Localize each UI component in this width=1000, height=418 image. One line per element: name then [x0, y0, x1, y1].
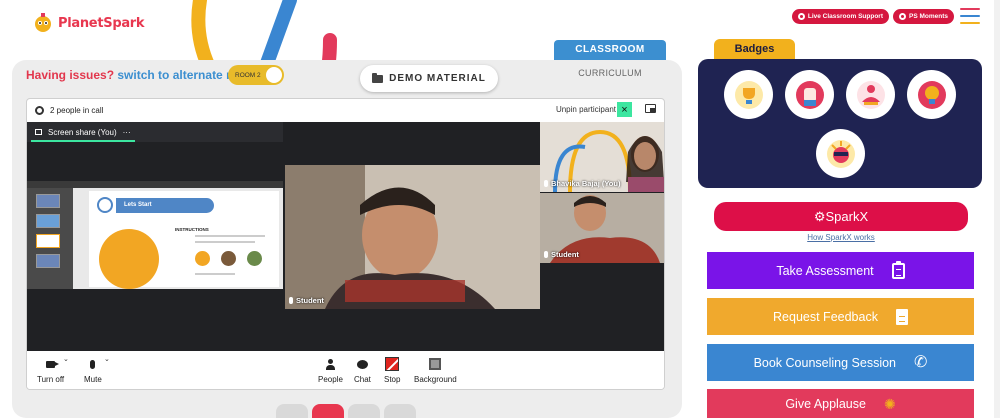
slide-thumbnail[interactable]	[36, 254, 60, 268]
issue-message: Having issues? switch to alternate room	[26, 68, 257, 82]
trophy-icon	[734, 80, 763, 109]
idea-badge[interactable]	[907, 70, 956, 119]
fullscreen-button[interactable]	[276, 404, 308, 418]
background-button[interactable]: Background	[414, 357, 457, 384]
meditation-badge[interactable]	[846, 70, 895, 119]
screen-share-more-icon[interactable]: ···	[123, 128, 131, 137]
moments-icon	[898, 13, 906, 20]
tab-classroom[interactable]: CLASSROOM	[554, 40, 666, 60]
slide-instructions: INSTRUCTIONS	[175, 227, 209, 232]
people-count: 2 people in call	[50, 106, 104, 115]
toggle-knob	[266, 67, 282, 83]
slide-thumbnail[interactable]	[36, 234, 60, 248]
unpin-label: Unpin participant	[555, 105, 616, 114]
slide-thumbnail[interactable]	[36, 194, 60, 208]
mic-icon	[289, 297, 293, 304]
screen-icon	[35, 129, 42, 135]
ps-moments-button[interactable]: PS Moments	[892, 9, 954, 24]
mute-button[interactable]: Mute ⌄	[84, 356, 110, 384]
chevron-down-icon[interactable]: ⌄	[63, 355, 69, 363]
stop-share-icon	[385, 357, 400, 371]
turn-off-camera-button[interactable]: Turn off ⌄	[37, 356, 69, 384]
background-icon	[429, 358, 442, 370]
participant-tile-self[interactable]: Bhavika Bajaj (You)	[540, 122, 664, 192]
call-controls: Turn off ⌄ Mute ⌄ People Chat Stop Backg…	[27, 351, 664, 389]
mic-icon	[544, 251, 548, 258]
idea-icon	[917, 80, 946, 109]
how-sparkx-works-link[interactable]: How SparkX works	[714, 233, 968, 242]
fist-icon	[795, 80, 824, 109]
chat-icon	[356, 359, 368, 369]
screen-share-label: Screen share (You) ···	[27, 122, 283, 142]
microphone-icon	[90, 359, 96, 369]
live-classroom-support-button[interactable]: Live Classroom Support	[791, 9, 889, 24]
participant-tile-student[interactable]: Student	[285, 165, 540, 309]
gear-icon[interactable]	[35, 106, 44, 115]
slides-sidebar	[27, 188, 73, 289]
trophy-badge[interactable]	[724, 70, 773, 119]
badges-title: Badges	[714, 39, 795, 60]
hamburger-menu-icon[interactable]	[960, 8, 980, 24]
chevron-down-icon[interactable]: ⌄	[104, 355, 110, 363]
video-call-frame: 2 people in call Unpin participant × Scr…	[26, 98, 665, 390]
tab-curriculum[interactable]: CURRICULUM	[554, 68, 666, 78]
slide-illustration	[99, 229, 159, 289]
camera-icon	[46, 360, 60, 368]
planetspark-logo[interactable]: PlanetSpark	[32, 12, 145, 34]
participant-tile-student-2[interactable]: Student	[540, 193, 664, 263]
request-feedback-button[interactable]: Request Feedback	[707, 298, 974, 335]
picture-in-picture-icon[interactable]	[645, 104, 656, 113]
clipboard-icon	[891, 260, 905, 279]
unpin-button[interactable]: ×	[617, 102, 632, 117]
current-slide: Lets Start INSTRUCTIONS	[89, 191, 279, 289]
folder-icon	[372, 72, 384, 83]
take-assessment-button[interactable]: Take Assessment	[707, 252, 974, 289]
document-icon	[895, 308, 908, 325]
logo-text: PlanetSpark	[58, 15, 145, 31]
stop-share-button[interactable]: Stop	[384, 357, 400, 384]
phone-icon: ✆	[914, 353, 928, 371]
participant-name-tag: Student	[544, 250, 579, 259]
video-stage: Screen share (You) ··· Lets Start INSTRU…	[27, 122, 664, 351]
participant-name-tag: Bhavika Bajaj (You)	[544, 179, 620, 188]
give-applause-button[interactable]: Give Applause ✺	[707, 389, 974, 418]
palette-button[interactable]	[384, 404, 416, 418]
book-counseling-button[interactable]: Book Counseling Session ✆	[707, 344, 974, 381]
page-scrollbar[interactable]	[994, 0, 1000, 418]
student-video	[285, 165, 540, 309]
slide-icon	[97, 197, 113, 213]
room-toggle[interactable]: ROOM 2	[228, 65, 284, 85]
people-button[interactable]: People	[318, 357, 343, 384]
bottom-tool-buttons	[276, 404, 416, 418]
slide-title: Lets Start	[116, 198, 214, 213]
geek-badge[interactable]	[816, 129, 865, 178]
support-icon	[797, 13, 805, 20]
participant-name-tag: Student	[289, 296, 324, 305]
sparkx-button[interactable]: ⚙SparkX	[714, 202, 968, 231]
meditation-icon	[856, 80, 885, 109]
slide-thumbnail[interactable]	[36, 214, 60, 228]
power-button[interactable]	[312, 404, 344, 418]
screen-share-content: Lets Start INSTRUCTIONS	[27, 181, 283, 289]
demo-material-button[interactable]: DEMO MATERIAL	[360, 65, 498, 92]
logo-icon	[35, 13, 51, 32]
chat-button[interactable]: Chat	[354, 357, 371, 384]
mic-icon	[544, 180, 548, 187]
badges-panel	[698, 59, 982, 188]
fist-badge[interactable]	[785, 70, 834, 119]
people-icon	[325, 358, 335, 370]
geek-icon	[826, 139, 855, 168]
whiteboard-button[interactable]	[348, 404, 380, 418]
clap-icon: ✺	[883, 395, 896, 412]
